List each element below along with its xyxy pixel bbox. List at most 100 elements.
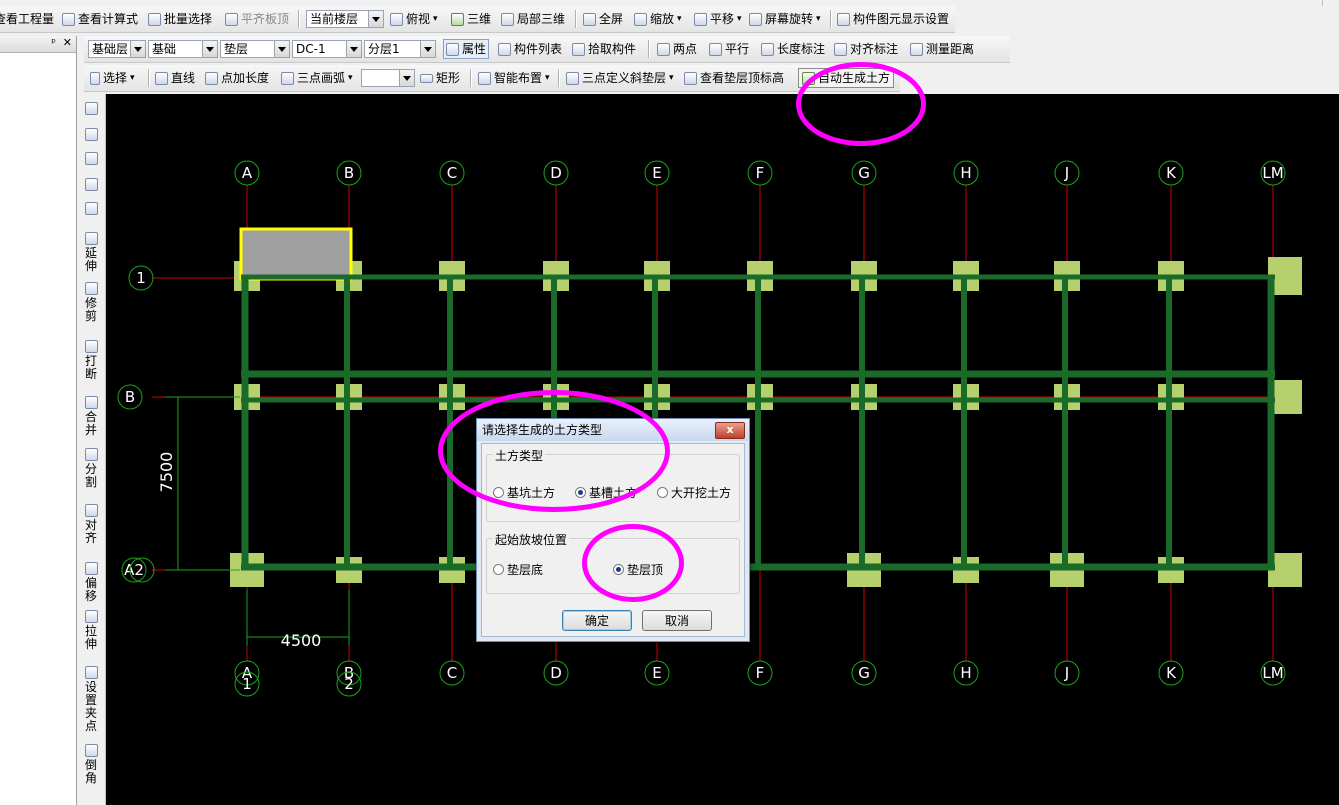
axis-label-bottom: LM [1262,664,1283,682]
batch-select-label: 批量选择 [164,12,213,26]
radio-circle [493,564,504,575]
select-button[interactable]: 选择 ▾ [90,69,135,87]
display-settings-button[interactable]: 构件图元显示设置 [837,10,949,28]
three-point-slope-button[interactable]: 三点定义斜垫层 ▾ [566,69,674,87]
component-list-button[interactable]: 构件列表 [498,40,562,58]
separator [148,69,150,87]
component-list-label: 构件列表 [514,42,563,56]
sublayer-combo[interactable]: 分层1 [364,40,436,58]
break-icon [84,340,98,353]
axis-label-left: A2 [124,561,144,579]
view-formula-button[interactable]: 查看计算式 [62,10,138,28]
zoom-button[interactable]: 缩放 ▾ [634,10,682,28]
axis-label-top: LM [1262,164,1283,182]
chamfer-icon [84,744,98,757]
properties-label: 属性 [462,42,487,56]
parallel-button[interactable]: 平行 [709,40,749,58]
category-combo[interactable]: 基础 [148,40,218,58]
partial-3d-button[interactable]: 局部三维 [501,10,565,28]
separator [648,40,650,58]
cancel-button[interactable]: 取消 [642,610,712,631]
point-length-icon [205,71,218,85]
stretch-icon [84,610,98,623]
arc-option-combo[interactable] [361,69,415,87]
tool-label: 打断 [85,354,98,381]
axis-label-top: K [1166,164,1177,182]
dropdown-arrow-icon: ▾ [130,73,135,83]
extend-icon [84,232,98,245]
selected-cushion [239,227,353,281]
tool-stretch[interactable]: 拉伸 [80,610,102,651]
pick-icon [572,42,585,56]
ok-label: 确定 [584,614,609,628]
align-slab-top-button[interactable]: 平齐板顶 [225,10,289,28]
three-d-button[interactable]: 三维 [451,10,491,28]
measure-distance-label: 测量距离 [926,42,975,56]
axis-label-left: 1 [136,269,146,287]
tool-align[interactable]: 对齐 [80,504,102,545]
tool-offset[interactable]: 偏移 [80,562,102,603]
batch-select-button[interactable]: 批量选择 [148,10,212,28]
smart-layout-button[interactable]: 智能布置 ▾ [478,69,550,87]
properties-button[interactable]: 属性 [443,39,490,59]
slope-icon [566,71,579,85]
tool-move[interactable] [80,178,102,193]
point-length-button[interactable]: 点加长度 [205,69,269,87]
length-dim-icon [761,42,774,56]
view-elevation-icon [684,71,697,85]
pan-button[interactable]: 平移 ▾ [694,10,742,28]
three-point-arc-button[interactable]: 三点画弧 ▾ [281,69,353,87]
partial-3d-label: 局部三维 [517,12,566,26]
tool-brush[interactable] [80,102,102,117]
full-screen-button[interactable]: 全屏 [583,10,623,28]
type-combo[interactable]: 垫层 [220,40,290,58]
radio-cushion-bottom[interactable]: 垫层底 [493,561,543,578]
toolbar-row-3: 选择 ▾ 直线 点加长度 三点画弧 ▾ 矩形 智能布置 ▾ 三点定义斜垫层 ▾ 查看垫层… [84,65,900,92]
measure-distance-button[interactable]: 测量距离 [910,40,974,58]
tool-merge[interactable]: 合并 [80,396,102,437]
tool-mirror[interactable] [80,152,102,167]
tool-extend[interactable]: 延伸 [80,232,102,273]
floor-select[interactable]: 当前楼层 [306,10,384,28]
display-settings-label: 构件图元显示设置 [853,12,950,26]
rotate-screen-button[interactable]: 屏幕旋转 ▾ [749,10,821,28]
radio-open-cut[interactable]: 大开挖土方 [657,484,731,501]
two-points-button[interactable]: 两点 [657,40,697,58]
tool-grip[interactable]: 设置夹点 [80,666,102,733]
tool-rotate[interactable] [80,202,102,217]
tool-trim[interactable]: 修剪 [80,282,102,323]
trim-icon [84,282,98,295]
pin-icon[interactable]: ᵖ [51,36,56,49]
ok-button[interactable]: 确定 [562,610,632,631]
close-button[interactable]: x [715,422,745,439]
component-combo[interactable]: DC-1 [292,40,362,58]
aligned-dim-button[interactable]: 对齐标注 [834,40,898,58]
chevron-down-icon [202,41,217,57]
view-cushion-top-button[interactable]: 查看垫层顶标高 [684,69,784,87]
pan-icon [694,12,707,26]
tool-split[interactable]: 分割 [80,448,102,489]
view-formula-label: 查看计算式 [78,12,139,26]
rectangle-button[interactable]: 矩形 [420,69,460,87]
top-view-button[interactable]: 俯视 ▾ [390,10,438,28]
axis-label-bottom: F [756,664,765,682]
separator [830,10,832,28]
category-combo-value: 基础 [152,42,177,56]
line-button[interactable]: 直线 [155,69,195,87]
pick-component-label: 拾取构件 [588,42,637,56]
view-quantity-button[interactable]: 查看工程量 [0,10,54,28]
two-points-icon [657,42,670,56]
floor-combo[interactable]: 基础层 [88,40,146,58]
navigation-panel: ᵖ ✕ [0,36,77,805]
axis-label-top: F [756,164,765,182]
tool-copy[interactable] [80,128,102,143]
copy-icon [84,128,98,141]
length-dim-button[interactable]: 长度标注 [761,40,825,58]
align-icon [84,504,98,517]
tool-break[interactable]: 打断 [80,340,102,381]
pick-component-button[interactable]: 拾取构件 [572,40,636,58]
tool-label: 倒角 [85,758,98,785]
window-control[interactable] [1322,0,1339,6]
tool-chamfer[interactable]: 倒角 [80,744,102,785]
close-icon[interactable]: ✕ [63,36,72,49]
